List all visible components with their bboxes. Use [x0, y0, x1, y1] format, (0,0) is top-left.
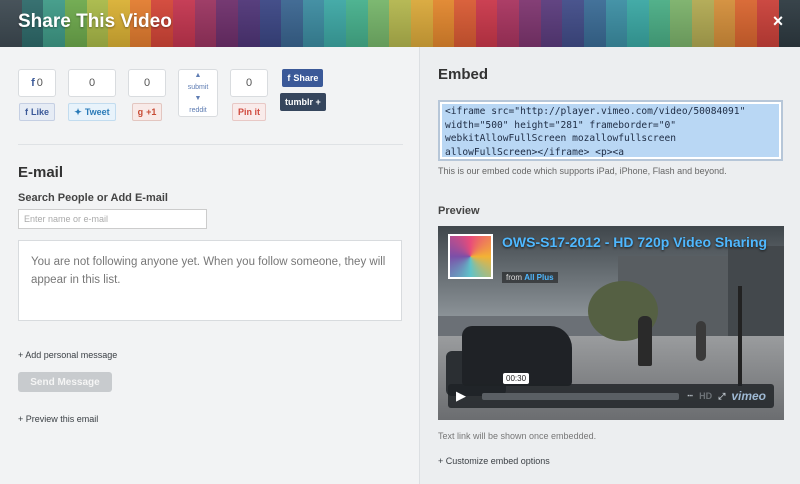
search-heading: Search People or Add E-mail [18, 192, 168, 204]
search-people-input[interactable]: Enter name or e-mail [18, 209, 207, 229]
pinterest-pin[interactable]: 0 Pin it [230, 69, 268, 121]
tumblr-button[interactable]: tumblr + [280, 93, 326, 111]
channel-thumbnail[interactable] [448, 234, 493, 279]
plus-one-button[interactable]: g +1 [131, 103, 163, 121]
down-arrow-icon: ▼ [194, 95, 202, 103]
player-controls: ▶ ⵈ HD ⤢ vimeo [448, 384, 774, 408]
facebook-like-button[interactable]: f Like [18, 103, 55, 121]
embed-panel: Embed <iframe src="http://player.vimeo.c… [419, 47, 800, 484]
email-panel: f0 f Like 0 ✦ Tweet 0 g +1 ▲ submit ▼ reddi… [0, 47, 419, 484]
up-arrow-icon: ▲ [194, 72, 202, 80]
tweet-count: 0 [68, 69, 116, 97]
facebook-like[interactable]: f0 f Like [18, 69, 56, 121]
video-title[interactable]: OWS-S17-2012 - HD 720p Video Sharing [502, 234, 767, 251]
preview-email-link[interactable]: + Preview this email [18, 414, 98, 424]
timeline-scrubber[interactable] [482, 392, 680, 400]
time-tooltip: 00:30 [503, 373, 530, 384]
modal-header: Share This Video × [0, 0, 800, 47]
video-byline: from All Plus [502, 272, 558, 283]
divider [18, 144, 403, 145]
video-preview[interactable]: OWS-S17-2012 - HD 720p Video Sharing fro… [438, 226, 784, 420]
embed-note: This is our embed code which supports iP… [438, 166, 727, 176]
google-plus-one[interactable]: 0 g +1 [128, 69, 166, 121]
hd-toggle[interactable]: HD [699, 391, 712, 401]
embed-code-field[interactable]: <iframe src="http://player.vimeo.com/vid… [438, 100, 783, 161]
pin-count: 0 [230, 69, 268, 97]
close-icon[interactable]: × [770, 12, 786, 30]
add-personal-message-link[interactable]: + Add personal message [18, 350, 117, 360]
plus-one-count: 0 [128, 69, 166, 97]
play-icon[interactable]: ▶ [448, 384, 474, 408]
facebook-share-button[interactable]: f Share [282, 69, 324, 87]
twitter-bird-icon: ✦ [74, 106, 82, 117]
pin-it-button[interactable]: Pin it [232, 103, 266, 121]
text-link-note: Text link will be shown once embedded. [438, 431, 597, 441]
send-message-button[interactable]: Send Message [18, 372, 112, 392]
share-stack: f Share tumblr + [280, 69, 326, 111]
email-heading: E-mail [18, 164, 64, 181]
volume-icon[interactable]: ⵈ [687, 391, 693, 402]
social-share-row: f0 f Like 0 ✦ Tweet 0 g +1 ▲ submit ▼ reddi… [18, 69, 326, 121]
following-list: You are not following anyone yet. When y… [18, 240, 402, 321]
facebook-icon: f [24, 107, 28, 117]
google-icon: g [137, 107, 144, 117]
reddit-submit[interactable]: ▲ submit ▼ reddit [178, 69, 218, 117]
facebook-icon: f [287, 73, 291, 83]
fullscreen-icon[interactable]: ⤢ [718, 391, 725, 402]
twitter-tweet[interactable]: 0 ✦ Tweet [68, 69, 116, 121]
reddit-button[interactable]: ▲ submit ▼ reddit [178, 69, 218, 117]
vimeo-logo[interactable]: vimeo [731, 389, 766, 403]
embed-heading: Embed [438, 66, 489, 83]
customize-embed-link[interactable]: + Customize embed options [438, 456, 550, 466]
video-author-link[interactable]: All Plus [524, 273, 553, 282]
preview-heading: Preview [438, 205, 480, 217]
tweet-button[interactable]: ✦ Tweet [68, 103, 116, 121]
facebook-count: f0 [18, 69, 56, 97]
embed-code[interactable]: <iframe src="http://player.vimeo.com/vid… [442, 104, 779, 157]
modal-title: Share This Video [18, 11, 172, 32]
